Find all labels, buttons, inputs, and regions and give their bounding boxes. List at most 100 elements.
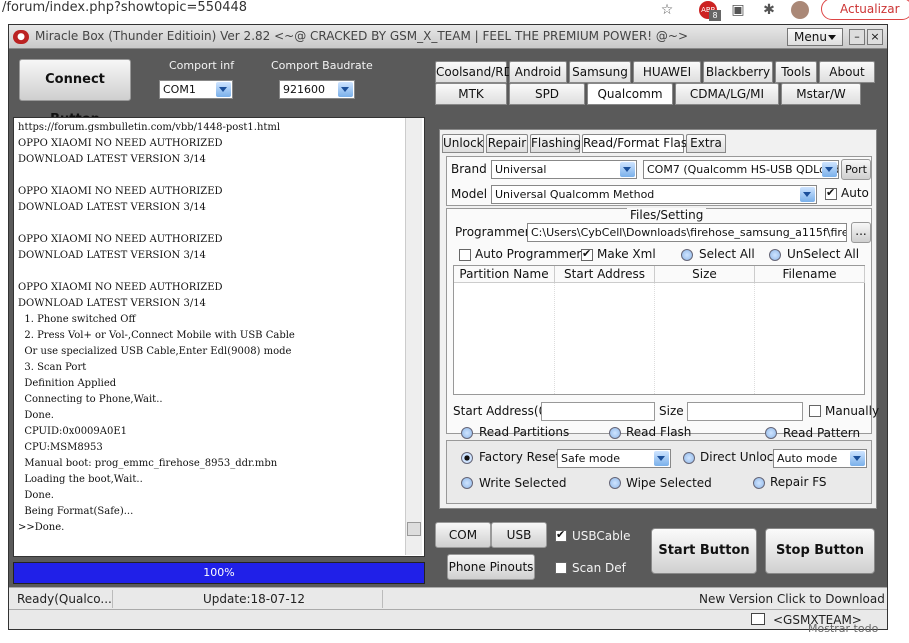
new-version-link[interactable]: New Version Click to Download [699, 590, 885, 608]
read-flash-radio[interactable] [609, 427, 621, 439]
column-header[interactable]: Filename [755, 266, 865, 283]
select-all-label: Select All [699, 247, 755, 261]
manually-checkbox[interactable] [809, 405, 821, 417]
extension-icon[interactable]: ▣ [729, 1, 747, 19]
start-button[interactable]: Start Button [651, 528, 757, 574]
tab-mtk[interactable]: MTK [435, 83, 507, 105]
auto-programmer-checkbox[interactable] [459, 249, 471, 261]
chevron-down-icon [216, 82, 231, 97]
unselect-all-radio[interactable] [769, 249, 781, 261]
write-selected-radio[interactable] [461, 477, 473, 489]
status-ready: Ready(Qualco... [17, 590, 113, 608]
baudrate-value: 921600 [283, 83, 325, 96]
tab-android[interactable]: Android [509, 61, 567, 83]
subtab-repair[interactable]: Repair [486, 134, 528, 153]
chevron-down-icon [620, 162, 635, 177]
stop-button[interactable]: Stop Button [765, 528, 875, 574]
show-all-link[interactable]: Mostrar todo [808, 622, 878, 635]
menu-button[interactable]: Menu [787, 28, 843, 46]
files-setting-group: Files/Setting Programmer: C:\Users\CybCe… [446, 208, 879, 434]
brand-label: Brand : [451, 162, 495, 176]
log-line: OPPO XIAOMI NO NEED AUTHORIZED [18, 138, 223, 149]
factory-reset-radio[interactable] [461, 452, 473, 464]
usb-cable-checkbox[interactable] [555, 528, 567, 542]
chevron-down-icon [338, 82, 353, 97]
files-setting-title: Files/Setting [627, 208, 707, 222]
subtab-unlock[interactable]: Unlock [442, 134, 484, 153]
tab-mstar-w[interactable]: Mstar/W [781, 83, 861, 105]
port-button[interactable]: Port [841, 159, 871, 180]
programmer-input[interactable]: C:\Users\CybCell\Downloads\firehose_sams… [527, 223, 847, 242]
log-line: CPUID:0x0009A0E1 [18, 426, 128, 437]
star-icon[interactable]: ☆ [658, 1, 676, 19]
log-line: 3. Scan Port [18, 362, 87, 373]
update-button[interactable]: Actualizar [821, 0, 909, 20]
tab-huawei[interactable]: HUAWEI [633, 61, 701, 83]
tab-cdma-lg-mi[interactable]: CDMA/LG/MI [675, 83, 779, 105]
log-line: https://forum.gsmbulletin.com/vbb/1448-p… [18, 122, 281, 133]
read-flash-label: Read Flash [626, 425, 692, 439]
log-scrollbar[interactable] [405, 118, 422, 555]
programmer-label: Programmer: [455, 225, 534, 239]
auto-checkbox[interactable] [825, 186, 837, 200]
log-line: 1. Phone switched Off [18, 314, 136, 325]
wipe-selected-radio[interactable] [609, 477, 621, 489]
column-header[interactable]: Start Address [555, 266, 655, 283]
unselect-all-label: UnSelect All [787, 247, 860, 261]
log-line: Manual boot: prog_emmc_firehose_8953_ddr… [18, 458, 278, 469]
subtab-flashing[interactable]: Flashing [530, 134, 581, 153]
start-address-input[interactable] [541, 402, 655, 421]
comport-select[interactable]: COM1 [159, 80, 233, 99]
wipe-selected-label: Wipe Selected [626, 476, 712, 490]
log-output[interactable]: https://forum.gsmbulletin.com/vbb/1448-p… [13, 117, 425, 557]
progress-text: 100% [203, 566, 235, 579]
puzzle-icon[interactable]: ✱ [760, 1, 778, 19]
port-select[interactable]: COM7 (Qualcomm HS-USB QDLoad [643, 160, 839, 179]
baudrate-select[interactable]: 921600 [279, 80, 355, 99]
read-partitions-radio[interactable] [461, 427, 473, 439]
subtab-extra[interactable]: Extra [686, 134, 726, 153]
avatar[interactable] [791, 1, 809, 19]
tab-spd[interactable]: SPD [509, 83, 585, 105]
scan-def-checkbox[interactable] [555, 562, 567, 574]
repair-fs-radio[interactable] [753, 477, 765, 489]
tab-blackberry[interactable]: Blackberry [703, 61, 773, 83]
column-header[interactable]: Size [655, 266, 755, 283]
subtab-read-format-flash[interactable]: Read/Format Flash [582, 134, 695, 153]
connect-button[interactable]: Connect Button [19, 59, 131, 127]
brand-select[interactable]: Universal [491, 160, 637, 179]
baudrate-label: Comport Baudrate [271, 59, 373, 72]
usb-scan-button[interactable]: USB Scan [491, 522, 547, 566]
tab-samsung[interactable]: Samsung [569, 61, 631, 83]
app-logo-icon: ● [13, 30, 29, 44]
direct-unlock-label: Direct Unlock [700, 450, 781, 464]
log-line: Done. [18, 490, 54, 501]
tab-tools[interactable]: Tools [775, 61, 817, 83]
log-line: Or use specialized USB Cable,Enter Edl(9… [18, 346, 292, 357]
progress-bar: 100% [13, 562, 425, 584]
direct-unlock-radio[interactable] [683, 452, 695, 464]
auto-label: Auto [841, 186, 869, 200]
partition-table[interactable]: Partition Name Start Address Size Filena… [453, 265, 865, 395]
scroll-thumb[interactable] [407, 522, 421, 536]
make-xml-checkbox[interactable] [581, 247, 593, 261]
com-scan-button[interactable]: COM Scan [435, 522, 491, 566]
select-all-radio[interactable] [681, 249, 693, 261]
safe-mode-select[interactable]: Safe mode [557, 449, 671, 468]
minimize-icon[interactable]: – [849, 29, 865, 45]
browse-button[interactable]: ... [851, 222, 871, 243]
log-line: DOWNLOAD LATEST VERSION 3/14 [18, 202, 206, 213]
close-icon[interactable]: × [867, 29, 883, 45]
extension-badge: 8 [709, 10, 721, 21]
url-text[interactable]: /forum/index.php?showtopic=550448 [2, 0, 247, 15]
auto-mode-select[interactable]: Auto mode [773, 449, 867, 468]
column-header[interactable]: Partition Name [454, 266, 555, 283]
phone-pinouts-button[interactable]: Phone Pinouts [447, 554, 535, 580]
read-pattern-radio[interactable] [765, 427, 777, 439]
size-input[interactable] [687, 402, 803, 421]
tab-qualcomm[interactable]: Qualcomm [587, 83, 673, 105]
tab-about[interactable]: About [819, 61, 875, 83]
tab-coolsand-rda[interactable]: Coolsand/RDA [435, 61, 521, 83]
model-select[interactable]: Universal Qualcomm Method [491, 185, 817, 204]
